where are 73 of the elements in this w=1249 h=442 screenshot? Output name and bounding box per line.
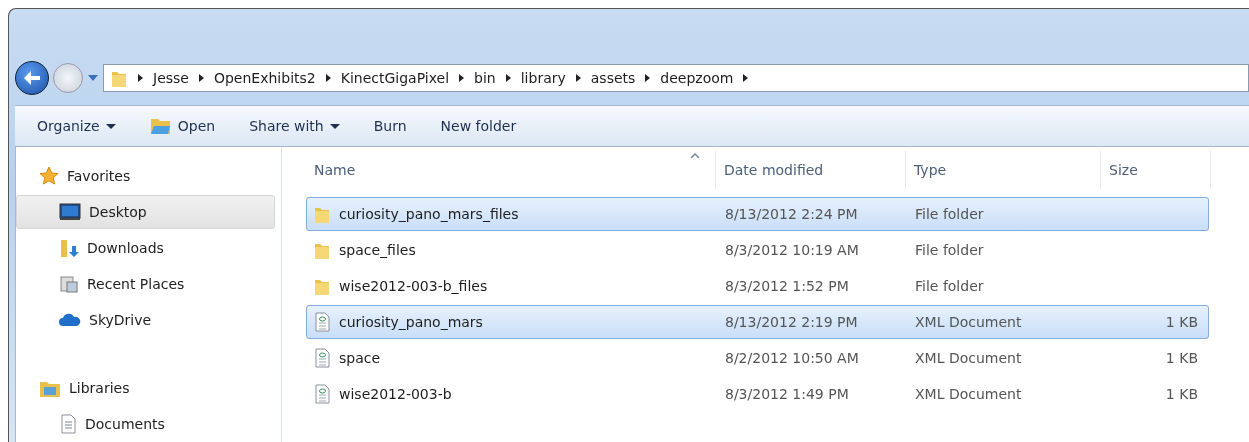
- back-button[interactable]: [15, 61, 49, 95]
- breadcrumb-item[interactable]: deepzoom: [660, 70, 734, 86]
- column-header[interactable]: Date modified: [716, 151, 906, 189]
- chevron-icon: [743, 74, 749, 82]
- toolbar-button[interactable]: Organize: [25, 114, 128, 138]
- size-cell-text: 1 KB: [1164, 386, 1198, 402]
- file-name: curiosity_pano_mars_files: [339, 206, 519, 222]
- document-icon: [313, 348, 331, 368]
- breadcrumb-item[interactable]: assets: [590, 70, 636, 86]
- back-arrow-icon: [23, 70, 41, 86]
- toolbar-button[interactable]: Share with: [237, 114, 352, 138]
- folder-icon: [149, 116, 172, 136]
- type-cell-text: XML Document: [914, 386, 1023, 402]
- caret-icon: [105, 123, 116, 129]
- file-row[interactable]: wise2012-003-b_files 8/3/2012 1:52 PM File folder: [306, 269, 1209, 303]
- breadcrumb-item[interactable]: KinectGigaPixel: [340, 70, 450, 86]
- chevron-icon: [505, 74, 511, 82]
- sidebar-item[interactable]: Downloads: [16, 231, 275, 265]
- document-icon: [313, 312, 331, 332]
- size-cell-text: 1 KB: [1164, 350, 1198, 366]
- breadcrumb-item[interactable]: Jesse: [153, 70, 189, 86]
- file-name: curiosity_pano_mars: [339, 314, 483, 330]
- sidebar-item[interactable]: Favorites: [16, 159, 275, 193]
- type-cell-text: XML Document: [914, 314, 1023, 330]
- toolbar-button[interactable]: New folder: [428, 114, 529, 138]
- type-cell-text: File folder: [914, 206, 985, 222]
- dropdown-icon[interactable]: [87, 74, 99, 82]
- column-header[interactable]: Name: [306, 151, 716, 189]
- date-cell-text: 8/2/2012 10:50 AM: [724, 350, 860, 366]
- column-header[interactable]: Size: [1101, 151, 1211, 189]
- date-cell-text: 8/3/2012 1:49 PM: [724, 386, 850, 402]
- monitor-icon: [59, 203, 81, 221]
- toolbar-button[interactable]: Open: [137, 112, 228, 140]
- chevron-icon: [325, 74, 331, 82]
- file-name: wise2012-003-b: [339, 386, 452, 402]
- file-row[interactable]: wise2012-003-b 8/3/2012 1:49 PM XML Document 1 KB: [306, 377, 1209, 411]
- column-header[interactable]: Type: [906, 151, 1101, 189]
- date-cell-text: 8/3/2012 1:52 PM: [724, 278, 850, 294]
- document-icon: [313, 384, 331, 404]
- file-row[interactable]: space 8/2/2012 10:50 AM XML Document 1 KB: [306, 341, 1209, 375]
- chevron-icon: [459, 74, 465, 82]
- toolbar-button[interactable]: Burn: [361, 114, 419, 138]
- breadcrumb-item[interactable]: bin: [474, 70, 496, 86]
- sidebar-item[interactable]: Desktop: [16, 195, 275, 229]
- file-name: space: [339, 350, 381, 366]
- breadcrumb-item[interactable]: OpenExhibits2: [213, 70, 316, 86]
- document-icon: [59, 414, 77, 434]
- download-folder-icon: [59, 238, 79, 258]
- sidebar-item[interactable]: Recent Places: [16, 267, 275, 301]
- chevron-icon: [138, 74, 143, 82]
- sidebar-item[interactable]: Documents: [16, 407, 275, 441]
- address-bar[interactable]: Jesse OpenExhibits2 KinectGigaPixel bin library assets deepzoom: [103, 64, 1249, 92]
- file-name: wise2012-003-b_files: [339, 278, 488, 294]
- size-cell-text: 1 KB: [1164, 314, 1198, 330]
- type-cell-text: XML Document: [914, 350, 1023, 366]
- chevron-icon: [575, 74, 581, 82]
- type-cell-text: File folder: [914, 278, 985, 294]
- file-row[interactable]: curiosity_pano_mars 8/13/2012 2:19 PM XML Document 1 KB: [306, 305, 1209, 339]
- star-icon: [39, 166, 59, 186]
- date-cell-text: 8/13/2012 2:19 PM: [724, 314, 859, 330]
- type-cell-text: File folder: [914, 242, 985, 258]
- file-row[interactable]: space_files 8/3/2012 10:19 AM File folder: [306, 233, 1209, 267]
- date-cell-text: 8/3/2012 10:19 AM: [724, 242, 860, 258]
- date-cell-text: 8/13/2012 2:24 PM: [724, 206, 859, 222]
- sidebar-item[interactable]: SkyDrive: [16, 303, 275, 337]
- file-row[interactable]: curiosity_pano_mars_files 8/13/2012 2:24 PM File folder: [306, 197, 1209, 231]
- sidebar-item[interactable]: Libraries: [16, 371, 275, 405]
- chevron-icon: [645, 74, 651, 82]
- caret-icon: [329, 123, 340, 129]
- file-name: space_files: [339, 242, 416, 258]
- chevron-icon: [198, 74, 204, 82]
- breadcrumb-item[interactable]: library: [520, 70, 566, 86]
- cloud-icon: [59, 312, 81, 328]
